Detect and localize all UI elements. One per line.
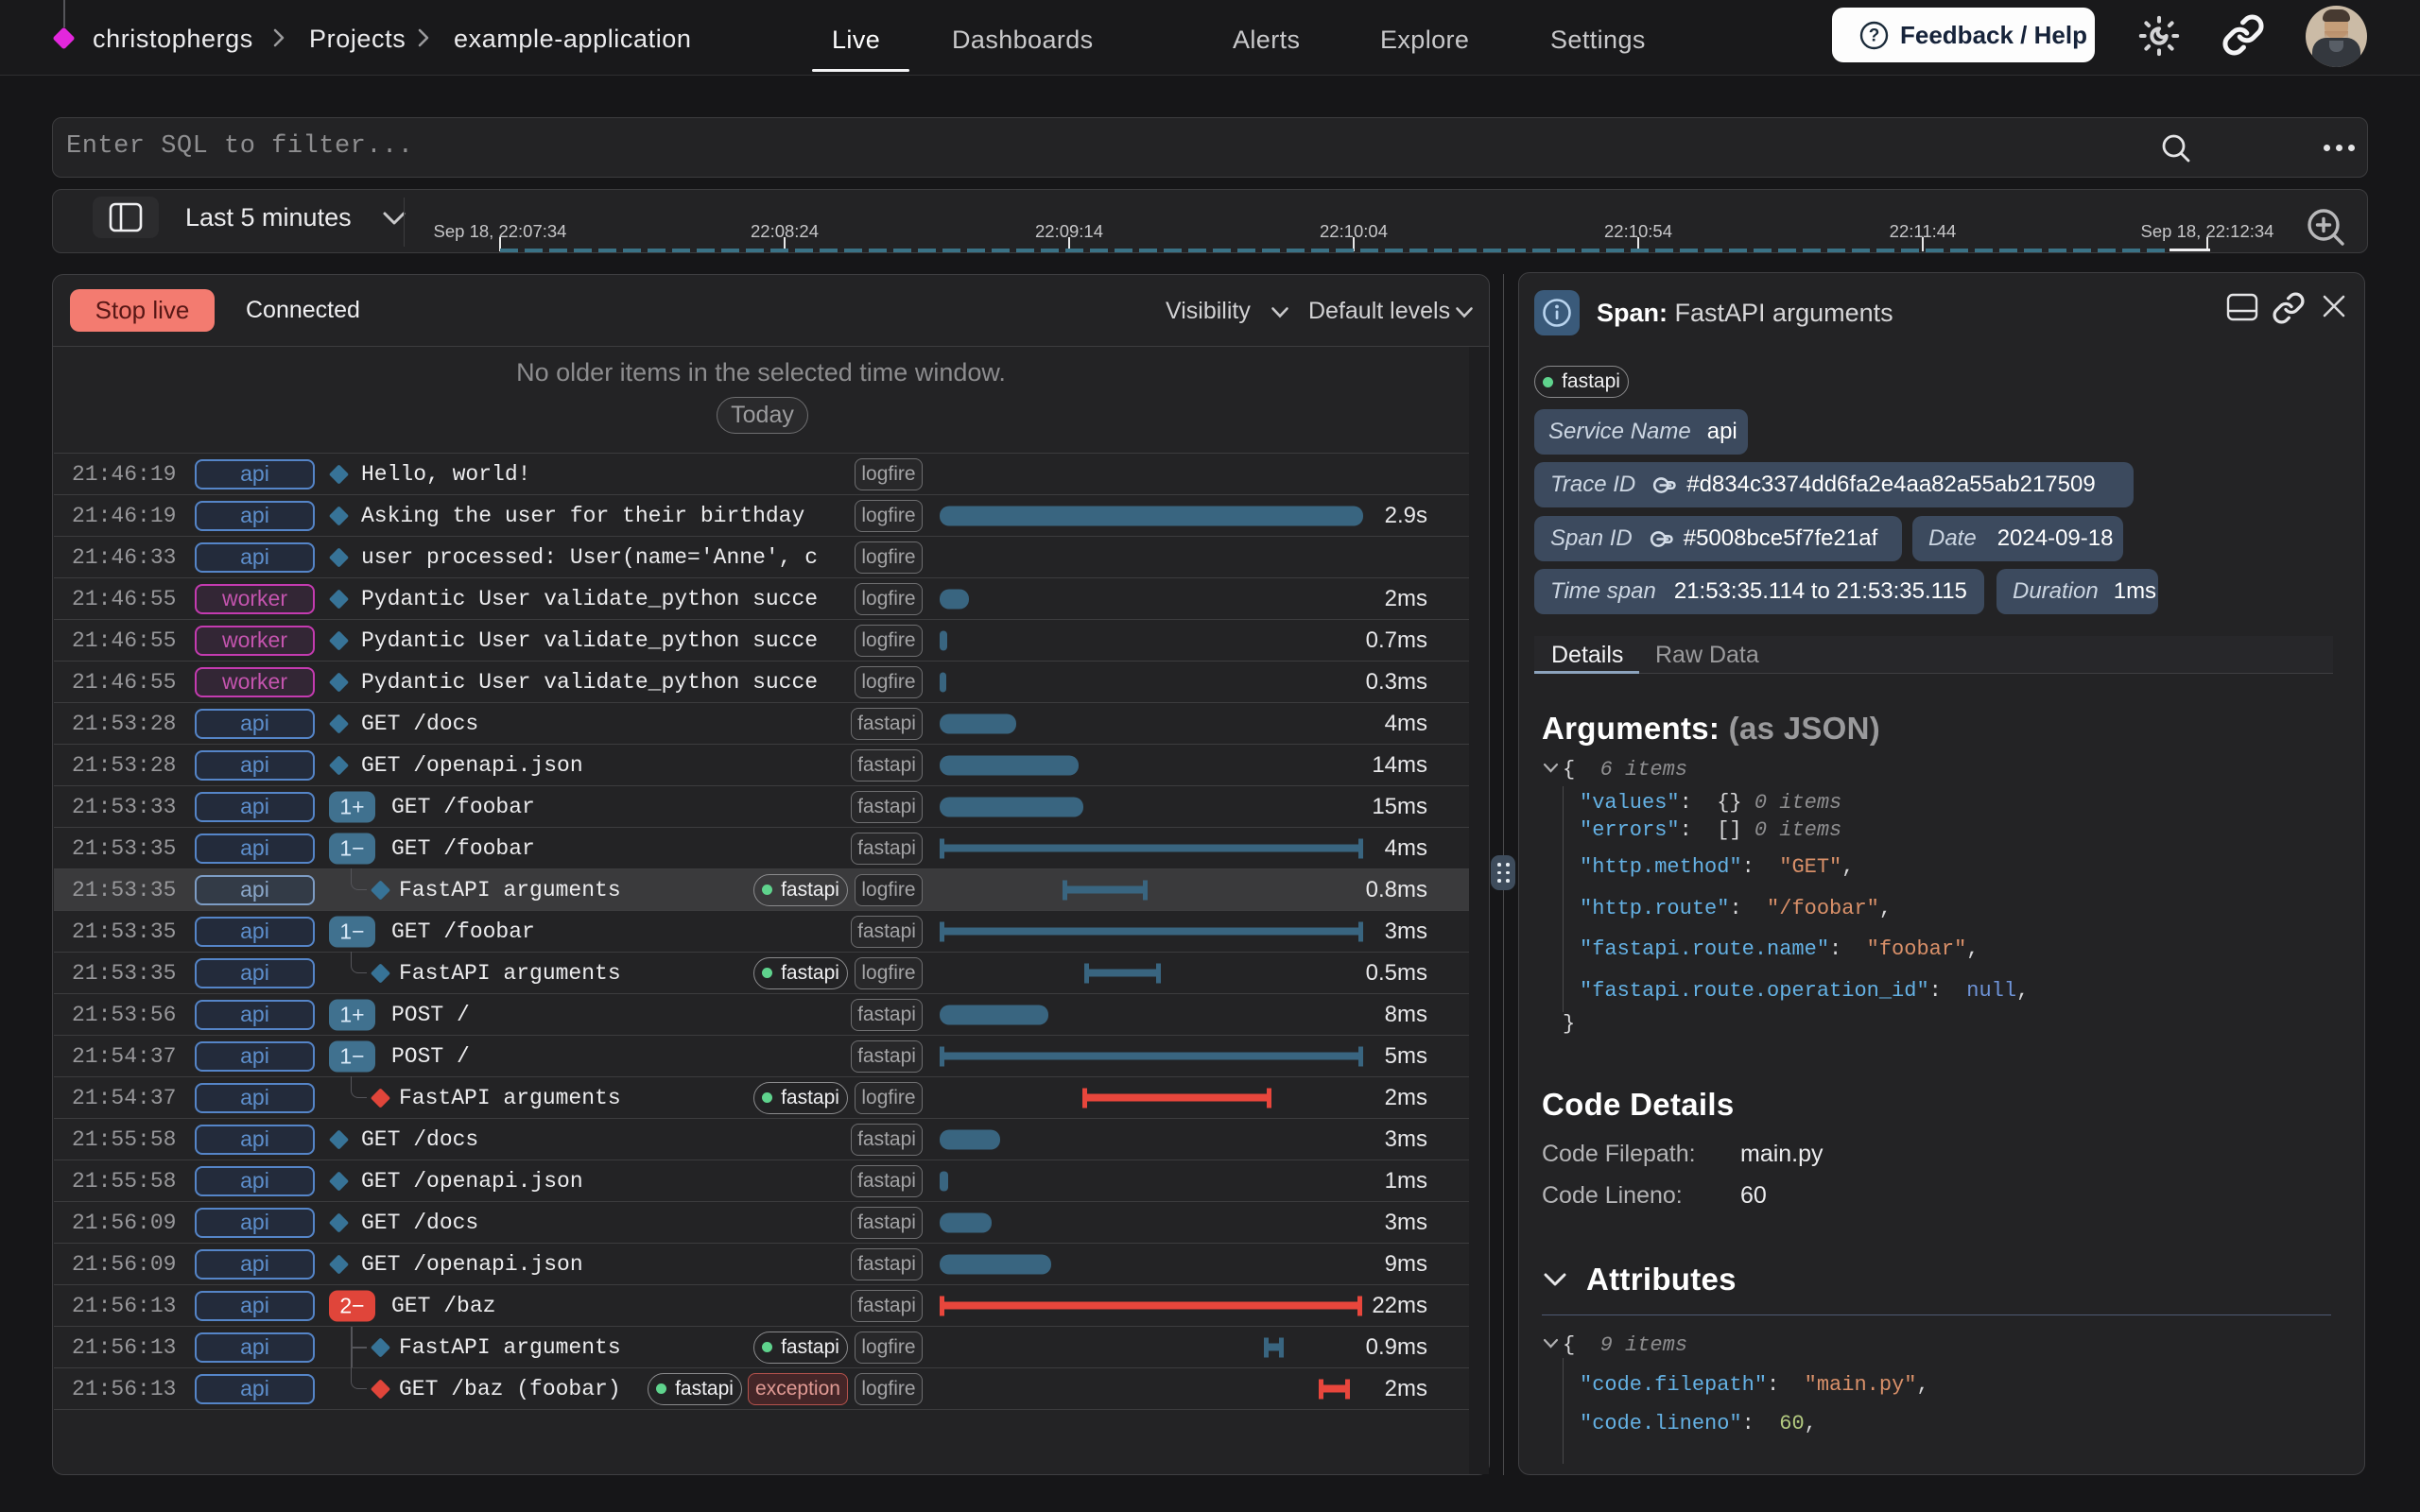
svg-text:?: ? xyxy=(1869,26,1880,45)
